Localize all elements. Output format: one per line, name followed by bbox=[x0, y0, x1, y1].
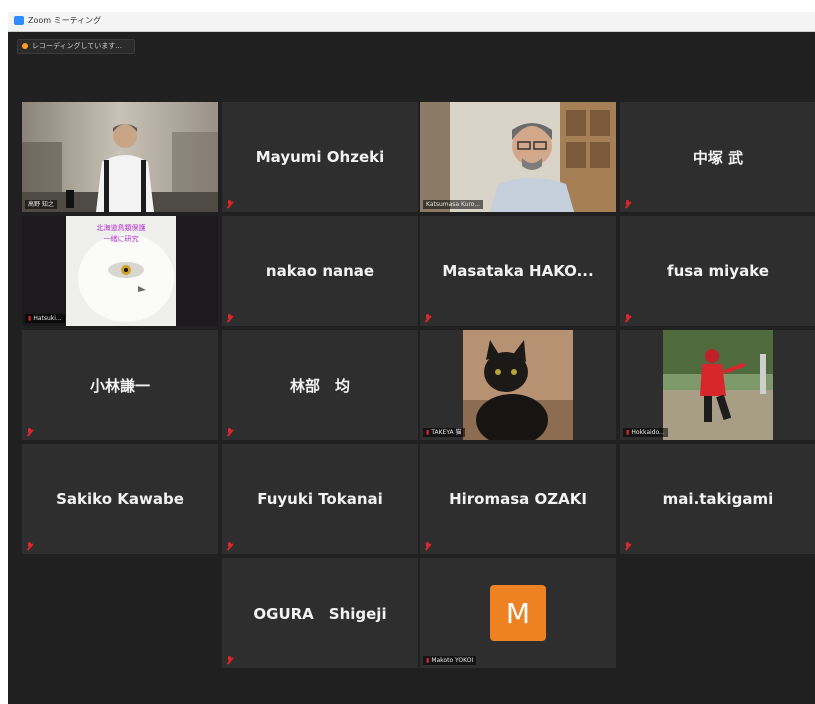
participant-tile-owl[interactable]: 北海道鳥類保護 一緒に研究 ▮ Hatsuki... bbox=[22, 216, 218, 326]
participant-name: fusa miyake bbox=[667, 262, 769, 280]
zoom-icon bbox=[14, 16, 24, 25]
muted-mic-icon bbox=[27, 542, 33, 550]
muted-mic-icon bbox=[227, 200, 233, 208]
participant-name: nakao nanae bbox=[265, 262, 375, 280]
participant-tile[interactable]: Hiromasa OZAKI bbox=[420, 444, 616, 554]
participant-tile[interactable]: 中塚 武 bbox=[620, 102, 815, 212]
overlay-text: 一緒に研究 bbox=[104, 234, 139, 243]
muted-mic-icon: ▮ bbox=[28, 315, 32, 322]
participant-video bbox=[620, 330, 815, 440]
participant-tile[interactable]: Sakiko Kawabe bbox=[22, 444, 218, 554]
participant-video: 北海道鳥類保護 一緒に研究 bbox=[22, 216, 218, 326]
muted-mic-icon bbox=[425, 542, 431, 550]
muted-mic-icon bbox=[625, 314, 631, 322]
record-dot-icon bbox=[22, 43, 28, 49]
muted-mic-icon bbox=[625, 200, 631, 208]
participant-name-label: ▮ Hatsuki... bbox=[25, 314, 65, 323]
participant-tile-cat[interactable]: ▮ TAKEYA 猫 bbox=[420, 330, 616, 440]
participant-tile[interactable]: Masataka HAKO... bbox=[420, 216, 616, 326]
participant-name: Fuyuki Tokanai bbox=[257, 490, 383, 508]
participant-video bbox=[420, 330, 616, 440]
participant-name: 林部 均 bbox=[289, 376, 350, 395]
window-titlebar: Zoom ミーティング bbox=[8, 12, 815, 32]
participant-tile-active-speaker[interactable]: Katsumasa Kuro... bbox=[420, 102, 616, 212]
muted-mic-icon bbox=[227, 314, 233, 322]
participant-name: 小林謙一 bbox=[89, 376, 150, 395]
participant-name-text: Makoto YOKOI bbox=[431, 657, 474, 664]
participant-tile[interactable]: Mayumi Ohzeki bbox=[222, 102, 418, 212]
participant-name-label: Katsumasa Kuro... bbox=[423, 200, 484, 209]
muted-mic-icon bbox=[227, 542, 233, 550]
participant-tile-takano[interactable]: 高野 知之 bbox=[22, 102, 218, 212]
muted-mic-icon bbox=[227, 428, 233, 436]
avatar: M bbox=[490, 585, 546, 641]
participant-tile[interactable]: fusa miyake bbox=[620, 216, 815, 326]
participant-video bbox=[22, 102, 218, 212]
participant-name-text: Hatsuki... bbox=[33, 315, 62, 322]
participant-name: OGURA Shigeji bbox=[253, 604, 387, 623]
participant-tile[interactable]: 林部 均 bbox=[222, 330, 418, 440]
participant-name: 中塚 武 bbox=[692, 148, 744, 167]
participant-name: Masataka HAKO... bbox=[442, 262, 594, 280]
participant-tile[interactable]: OGURA Shigeji bbox=[222, 558, 418, 668]
window-title: Zoom ミーティング bbox=[28, 16, 102, 25]
muted-mic-icon bbox=[27, 428, 33, 436]
participant-name: Mayumi Ohzeki bbox=[255, 148, 385, 166]
participant-name: Hiromasa OZAKI bbox=[449, 490, 587, 508]
muted-mic-icon: ▮ bbox=[426, 429, 430, 436]
participant-tile-avatar[interactable]: M ▮ Makoto YOKOI bbox=[420, 558, 616, 668]
overlay-text: 北海道鳥類保護 bbox=[97, 223, 146, 232]
muted-mic-icon: ▮ bbox=[626, 429, 630, 436]
participant-tile[interactable]: nakao nanae bbox=[222, 216, 418, 326]
participant-name-label: ▮ Hokkaido... bbox=[623, 428, 668, 437]
recording-indicator[interactable]: レコーディングしています... bbox=[17, 39, 135, 54]
participant-tile[interactable]: mai.takigami bbox=[620, 444, 815, 554]
participant-name-text: Hokkaido... bbox=[631, 429, 665, 436]
participant-tile-sports[interactable]: ▮ Hokkaido... bbox=[620, 330, 815, 440]
participant-name: mai.takigami bbox=[662, 490, 774, 508]
muted-mic-icon bbox=[227, 656, 233, 664]
participant-tile[interactable]: 小林謙一 bbox=[22, 330, 218, 440]
muted-mic-icon bbox=[625, 542, 631, 550]
participant-tile[interactable]: Fuyuki Tokanai bbox=[222, 444, 418, 554]
meeting-gallery-view: レコーディングしています... 高野 知之 Mayumi Ohzeki Kats… bbox=[8, 32, 815, 704]
muted-mic-icon bbox=[425, 314, 431, 322]
participant-video bbox=[420, 102, 616, 212]
participant-name-label: 高野 知之 bbox=[25, 200, 57, 209]
participant-name-text: TAKEYA 猫 bbox=[431, 429, 462, 436]
muted-mic-icon: ▮ bbox=[426, 657, 430, 664]
participant-name: Sakiko Kawabe bbox=[56, 490, 184, 508]
participant-name-label: ▮ TAKEYA 猫 bbox=[423, 428, 465, 437]
recording-label: レコーディングしています... bbox=[32, 42, 122, 50]
participant-name-label: ▮ Makoto YOKOI bbox=[423, 656, 477, 665]
